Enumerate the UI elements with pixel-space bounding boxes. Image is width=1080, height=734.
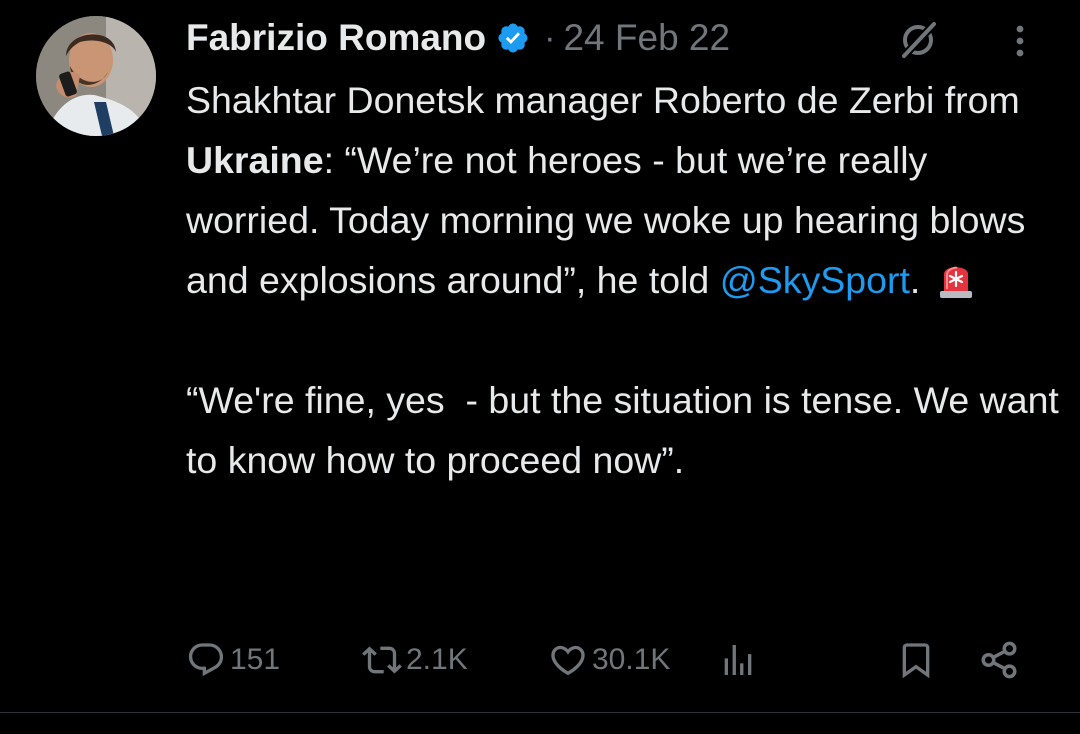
mention-link[interactable]: @SkySport <box>720 259 910 301</box>
tweet-divider <box>0 712 1080 713</box>
share-button[interactable] <box>978 632 1020 688</box>
tweet-text-part: Shakhtar Donetsk manager Roberto de Zerb… <box>186 79 1031 121</box>
views-button[interactable] <box>718 632 762 688</box>
header-separator: · <box>544 18 556 57</box>
reply-icon <box>186 640 226 680</box>
tweet-text-bold: Ukraine <box>186 139 324 181</box>
avatar-image <box>36 16 156 136</box>
siren-icon <box>937 256 975 298</box>
tweet-paragraph-2: “We're fine, yes - but the situation is … <box>186 379 1070 481</box>
repost-count: 2.1K <box>406 643 468 676</box>
repost-icon <box>362 640 402 680</box>
share-icon <box>978 639 1020 681</box>
tweet[interactable]: Fabrizio Romano · 24 Feb 22 Shakhtar Don… <box>0 0 1080 712</box>
bookmark-button[interactable] <box>896 632 936 688</box>
reply-button[interactable]: 151 <box>186 632 280 688</box>
views-icon <box>718 640 758 680</box>
tweet-text: Shakhtar Donetsk manager Roberto de Zerb… <box>186 70 1066 490</box>
like-button[interactable]: 30.1K <box>548 632 670 688</box>
grok-icon[interactable] <box>896 18 940 62</box>
tweet-text-part: . <box>909 259 931 301</box>
author-name[interactable]: Fabrizio Romano <box>186 17 486 59</box>
tweet-date[interactable]: 24 Feb 22 <box>563 17 730 59</box>
bookmark-icon <box>896 640 936 680</box>
action-bar: 151 2.1K 30.1K <box>186 632 1046 688</box>
verified-badge-icon[interactable] <box>496 21 530 55</box>
avatar[interactable] <box>36 16 156 136</box>
like-count: 30.1K <box>592 643 671 676</box>
repost-button[interactable]: 2.1K <box>362 632 468 688</box>
more-icon[interactable] <box>1008 20 1032 62</box>
reply-count: 151 <box>230 643 281 676</box>
like-icon <box>548 640 588 680</box>
